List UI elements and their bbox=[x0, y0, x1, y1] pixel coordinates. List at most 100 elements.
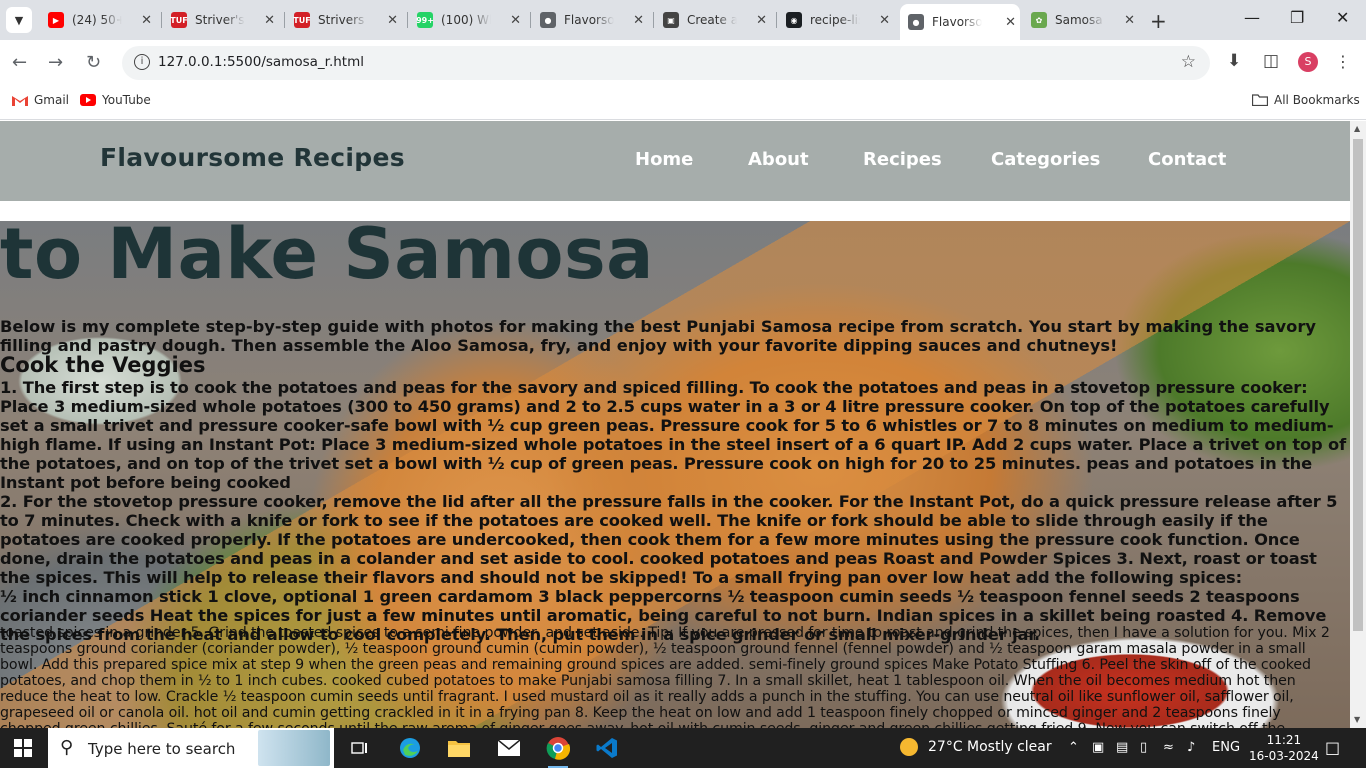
search-icon: ⚲ bbox=[60, 737, 74, 758]
close-tab-icon[interactable]: ✕ bbox=[756, 13, 767, 28]
chevron-down-icon: ▼ bbox=[14, 13, 24, 27]
site-brand[interactable]: Flavoursome Recipes bbox=[100, 143, 405, 172]
tab-separator bbox=[530, 12, 531, 28]
close-tab-icon[interactable]: ✕ bbox=[1124, 13, 1135, 28]
clock-time: 11:21 bbox=[1266, 733, 1302, 747]
nav-home[interactable]: Home bbox=[635, 149, 693, 170]
clock-date: 16-03-2024 bbox=[1249, 749, 1319, 763]
download-icon[interactable]: ⬇ bbox=[1227, 51, 1241, 71]
taskbar-search[interactable]: ⚲ Type here to search bbox=[48, 728, 334, 768]
youtube-icon: ▶ bbox=[48, 12, 64, 28]
scroll-down-icon[interactable]: ▼ bbox=[1354, 715, 1360, 724]
side-panel-icon[interactable]: ◫ bbox=[1263, 51, 1279, 71]
close-window-button[interactable]: ✕ bbox=[1336, 8, 1349, 27]
step-2: 2. For the stovetop pressure cooker, rem… bbox=[0, 492, 1338, 587]
tab-title: Striver's S bbox=[195, 13, 245, 27]
bookmarks-bar: Gmail YouTube All Bookmarks bbox=[0, 84, 1366, 120]
bookmark-star-icon[interactable]: ☆ bbox=[1181, 52, 1196, 72]
whatsapp-icon: 99+ bbox=[416, 12, 434, 28]
browser-tab[interactable]: ◉ recipe-list ✕ bbox=[778, 4, 894, 36]
browser-tab[interactable]: ● Flavorson ✕ bbox=[532, 4, 648, 36]
tuf-icon: TUF bbox=[293, 12, 311, 28]
notification-icon[interactable]: □ bbox=[1325, 738, 1340, 757]
tuf-icon: TUF bbox=[170, 12, 188, 28]
file-explorer-icon[interactable] bbox=[443, 732, 475, 764]
close-tab-icon[interactable]: ✕ bbox=[264, 13, 275, 28]
vscode-icon[interactable] bbox=[591, 732, 623, 764]
browser-tab[interactable]: ✿ Samosa R ✕ bbox=[1023, 4, 1139, 36]
page-scrollbar[interactable]: ▲ ▼ bbox=[1350, 121, 1366, 728]
page-viewport: Flavoursome Recipes Home About Recipes C… bbox=[0, 121, 1350, 728]
address-toolbar: ← → ↻ i 127.0.0.1:5500/samosa_r.html ☆ ⬇… bbox=[0, 40, 1366, 84]
url-text[interactable]: 127.0.0.1:5500/samosa_r.html bbox=[158, 54, 364, 70]
bookmark-gmail[interactable]: Gmail bbox=[12, 93, 69, 107]
taskbar-clock[interactable]: 11:21 16-03-2024 bbox=[1249, 732, 1319, 764]
site-navbar: Flavoursome Recipes Home About Recipes C… bbox=[0, 121, 1350, 201]
all-bookmarks[interactable]: All Bookmarks bbox=[1251, 93, 1360, 107]
edge-icon[interactable] bbox=[394, 732, 426, 764]
github-icon: ◉ bbox=[786, 12, 802, 28]
browser-menu-icon[interactable]: ⋮ bbox=[1335, 52, 1351, 71]
nav-about[interactable]: About bbox=[748, 149, 809, 170]
nav-recipes[interactable]: Recipes bbox=[863, 149, 942, 170]
tab-separator bbox=[284, 12, 285, 28]
reload-icon[interactable]: ↻ bbox=[86, 52, 101, 73]
bookmark-label: All Bookmarks bbox=[1274, 93, 1360, 107]
chrome-icon[interactable] bbox=[542, 732, 574, 768]
weather-sun-icon bbox=[900, 738, 918, 756]
browser-tab[interactable]: ● Flavorson ✕ bbox=[900, 4, 1020, 40]
tray-chevron-icon[interactable]: ⌃ bbox=[1068, 740, 1079, 755]
windows-start-icon[interactable] bbox=[14, 739, 32, 757]
browser-tab[interactable]: TUF Strivers A ✕ bbox=[286, 4, 402, 36]
scroll-thumb[interactable] bbox=[1353, 139, 1363, 631]
maximize-button[interactable]: ❐ bbox=[1290, 8, 1304, 27]
bookmark-youtube[interactable]: YouTube bbox=[80, 93, 151, 107]
task-view-icon[interactable] bbox=[344, 732, 376, 764]
browser-tab[interactable]: 99+ (100) Wha ✕ bbox=[409, 4, 525, 36]
back-arrow-icon[interactable]: ← bbox=[12, 52, 27, 73]
meet-icon[interactable]: ▣ bbox=[1092, 740, 1104, 755]
wifi-icon[interactable]: ≈ bbox=[1163, 740, 1174, 755]
minimize-button[interactable]: — bbox=[1244, 8, 1260, 27]
new-tab-button[interactable]: + bbox=[1150, 9, 1167, 33]
windows-taskbar: ⚲ Type here to search 27°C Mostly clear … bbox=[0, 728, 1366, 768]
close-tab-icon[interactable]: ✕ bbox=[633, 13, 644, 28]
omnibox[interactable]: i 127.0.0.1:5500/samosa_r.html ☆ bbox=[122, 46, 1210, 80]
nav-categories[interactable]: Categories bbox=[991, 149, 1100, 170]
gmail-icon bbox=[12, 94, 28, 106]
tab-title: Strivers A bbox=[318, 13, 368, 27]
search-placeholder: Type here to search bbox=[88, 740, 236, 758]
close-tab-icon[interactable]: ✕ bbox=[1005, 15, 1016, 30]
volume-icon[interactable]: ♪ bbox=[1187, 740, 1195, 755]
close-tab-icon[interactable]: ✕ bbox=[510, 13, 521, 28]
nav-contact[interactable]: Contact bbox=[1148, 149, 1226, 170]
close-tab-icon[interactable]: ✕ bbox=[879, 13, 890, 28]
profile-avatar[interactable]: S bbox=[1298, 52, 1318, 72]
samosa-hero-image: to Make Samosa Below is my complete step… bbox=[0, 221, 1350, 728]
globe-icon: ● bbox=[908, 14, 924, 30]
site-info-icon[interactable]: i bbox=[134, 54, 150, 70]
weather-widget[interactable]: 27°C Mostly clear bbox=[900, 738, 1052, 756]
scroll-up-icon[interactable]: ▲ bbox=[1354, 124, 1360, 133]
close-tab-icon[interactable]: ✕ bbox=[141, 13, 152, 28]
contact-icon: ▣ bbox=[663, 12, 679, 28]
browser-tab-strip: ▼ ▶ (24) 50+ L ✕ TUF Striver's S ✕ TUF Strivers… bbox=[0, 0, 1366, 40]
forward-arrow-icon[interactable]: → bbox=[48, 52, 63, 73]
bookmark-label: Gmail bbox=[34, 93, 70, 107]
samosa-icon: ✿ bbox=[1031, 12, 1047, 28]
battery-icon[interactable]: ▯ bbox=[1140, 740, 1147, 755]
intro-paragraph: Below is my complete step-by-step guide … bbox=[0, 317, 1316, 355]
recipe-steps: 1. The first step is to cook the potatoe… bbox=[0, 378, 1350, 644]
language-indicator[interactable]: ENG bbox=[1212, 740, 1240, 755]
tab-title: recipe-list bbox=[810, 13, 860, 27]
folder-icon bbox=[1251, 94, 1269, 107]
browser-tab[interactable]: ▶ (24) 50+ L ✕ bbox=[40, 4, 156, 36]
browser-tab[interactable]: TUF Striver's S ✕ bbox=[163, 4, 279, 36]
browser-tab[interactable]: ▣ Create a V ✕ bbox=[655, 4, 771, 36]
tab-search-button[interactable]: ▼ bbox=[6, 7, 32, 33]
network-icon[interactable]: ▤ bbox=[1116, 740, 1128, 755]
close-tab-icon[interactable]: ✕ bbox=[387, 13, 398, 28]
step-1: 1. The first step is to cook the potatoe… bbox=[0, 378, 1347, 492]
page-title: to Make Samosa bbox=[0, 221, 654, 295]
mail-icon[interactable] bbox=[493, 732, 525, 764]
